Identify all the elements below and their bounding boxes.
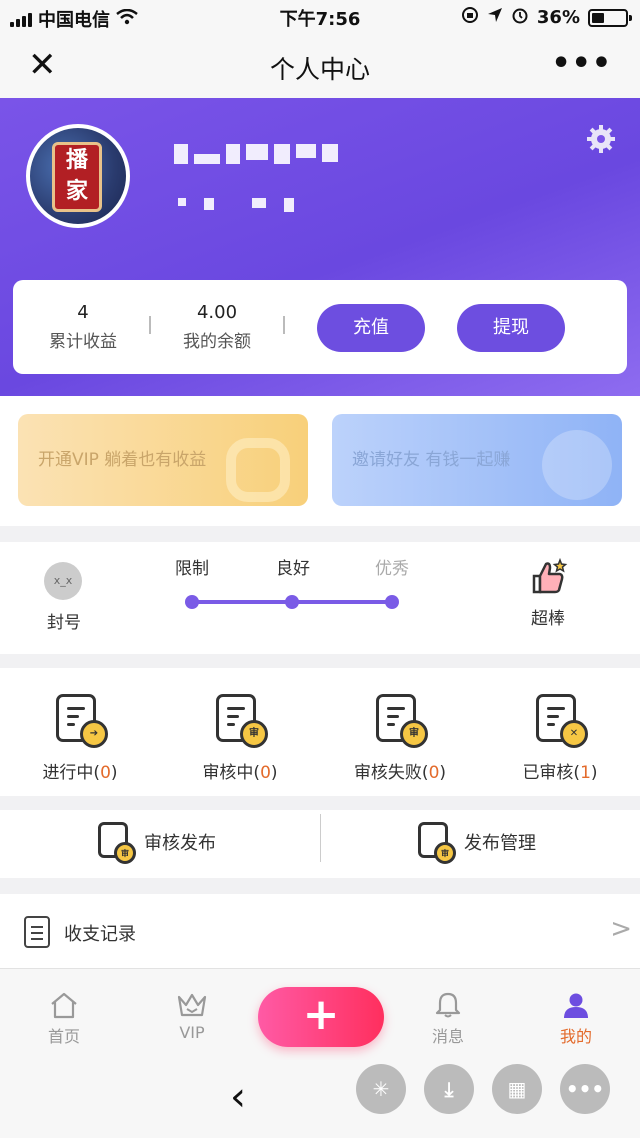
grid-icon[interactable]: ▦: [492, 1064, 542, 1114]
sad-face-icon: x_x: [44, 562, 82, 600]
tab-home[interactable]: 首页: [24, 991, 104, 1047]
level-dot: [185, 595, 199, 609]
avatar-char-2: 家: [65, 178, 88, 204]
clipboard-icon: [24, 916, 50, 948]
browser-toolbar: ‹ › ✳ ⤓ ▦ •••: [0, 1060, 640, 1138]
total-earnings: 4 累计收益: [45, 302, 121, 352]
income-expense-label: 收支记录: [64, 924, 136, 945]
current-level-label: 封号: [47, 613, 81, 633]
tab-vip[interactable]: VIP: [152, 991, 232, 1042]
status-bar: 中国电信 下午7:56 36%: [0, 0, 640, 34]
level-step: 优秀: [375, 559, 409, 579]
current-level: x_x 封号: [44, 562, 84, 633]
chevron-right-icon: >: [610, 914, 632, 944]
tab-mine[interactable]: 我的: [536, 991, 616, 1047]
document-audit-icon: 审: [216, 694, 268, 748]
username-blurred: [174, 144, 338, 164]
promo-banners: 开通VIP 躺着也有收益 邀请好友 有钱一起赚: [0, 396, 640, 526]
income-expense-row[interactable]: 收支记录 >: [0, 894, 640, 968]
document-audit-icon: 审: [376, 694, 428, 748]
tab-label: 首页: [47, 1027, 80, 1046]
level-dot: [285, 595, 299, 609]
task-in-progress[interactable]: ➔ 进行中(0): [10, 694, 150, 783]
balance-value: 4.00: [196, 302, 238, 323]
bottom-tab-bar: 首页 VIP + 消息 我的: [0, 968, 640, 1060]
divider: [320, 814, 321, 862]
add-button[interactable]: +: [258, 987, 384, 1047]
top-level: 超棒: [526, 557, 570, 629]
withdraw-button[interactable]: 提现: [457, 304, 565, 352]
document-arrow-icon: ➔: [56, 694, 108, 748]
tab-label: 我的: [559, 1027, 592, 1046]
audit-publish-button[interactable]: 审 审核发布: [98, 822, 216, 864]
document-x-icon: ✕: [536, 694, 588, 748]
balance-label: 我的余额: [183, 332, 251, 352]
thumbs-up-icon: [526, 557, 570, 600]
task-label: 进行中(0): [42, 763, 118, 783]
user-icon: [564, 993, 588, 1018]
home-icon: [51, 992, 77, 1019]
task-status-grid: ➔ 进行中(0) 审 审核中(0) 审 审核失败(0) ✕ 已审核(1): [0, 668, 640, 796]
recharge-button[interactable]: 充值: [317, 304, 425, 352]
avatar-sign: 播 家: [52, 142, 102, 212]
publish-manage-label: 发布管理: [464, 833, 536, 854]
task-under-review[interactable]: 审 审核中(0): [170, 694, 310, 783]
battery-percent: 36%: [536, 7, 580, 28]
task-reviewed[interactable]: ✕ 已审核(1): [490, 694, 630, 783]
more-options-icon[interactable]: •••: [560, 1064, 610, 1114]
total-earnings-value: 4: [77, 302, 89, 323]
bell-icon: [435, 992, 461, 1018]
task-review-failed[interactable]: 审 审核失败(0): [330, 694, 470, 783]
task-count: 1: [580, 763, 591, 783]
account-level: x_x 封号 限制 良好 优秀 超棒: [0, 542, 640, 654]
task-count: 0: [428, 763, 440, 783]
sparkle-icon[interactable]: ✳: [356, 1064, 406, 1114]
top-level-label: 超棒: [531, 609, 565, 629]
task-count: 0: [100, 763, 111, 783]
task-label: 审核失败(0): [353, 763, 447, 783]
back-icon[interactable]: ‹: [230, 1074, 246, 1120]
level-step: 良好: [276, 559, 310, 579]
user-id-blurred: [178, 198, 294, 212]
download-icon[interactable]: ⤓: [424, 1064, 474, 1114]
total-earnings-label: 累计收益: [49, 332, 117, 352]
nav-bar: ✕ 个人中心 •••: [0, 34, 640, 98]
more-icon[interactable]: •••: [551, 46, 612, 81]
page-title: 个人中心: [269, 55, 370, 84]
task-count: 0: [260, 763, 271, 783]
invite-banner[interactable]: 邀请好友 有钱一起赚: [332, 414, 622, 506]
document-audit-icon: 审: [418, 822, 456, 864]
document-audit-icon: 审: [98, 822, 136, 864]
location-icon: [487, 7, 503, 28]
task-label: 审核中(0): [202, 763, 278, 783]
task-label: 已审核(1): [522, 763, 598, 783]
orientation-lock-icon: [461, 6, 479, 29]
publish-manage-button[interactable]: 审 发布管理: [418, 822, 536, 864]
tab-messages[interactable]: 消息: [408, 991, 488, 1047]
crown-icon: [177, 993, 207, 1017]
level-dot: [385, 595, 399, 609]
level-step: 限制: [175, 559, 209, 579]
status-right: 36%: [461, 6, 632, 29]
publish-row: 审 审核发布 审 发布管理: [0, 810, 640, 878]
tab-label: 消息: [431, 1027, 464, 1046]
avatar[interactable]: 播 家: [26, 124, 130, 228]
audit-publish-label: 审核发布: [144, 833, 216, 854]
my-balance: 4.00 我的余额: [177, 302, 257, 352]
vip-banner[interactable]: 开通VIP 躺着也有收益: [18, 414, 308, 506]
alarm-icon: [511, 6, 529, 29]
divider: [149, 316, 151, 334]
battery-icon: [588, 8, 632, 27]
gear-icon[interactable]: [586, 124, 616, 154]
balance-card: 4 累计收益 4.00 我的余额 充值 提现: [13, 280, 627, 374]
tab-label: VIP: [179, 1023, 205, 1042]
avatar-char-1: 播: [65, 147, 88, 173]
divider: [283, 316, 285, 334]
